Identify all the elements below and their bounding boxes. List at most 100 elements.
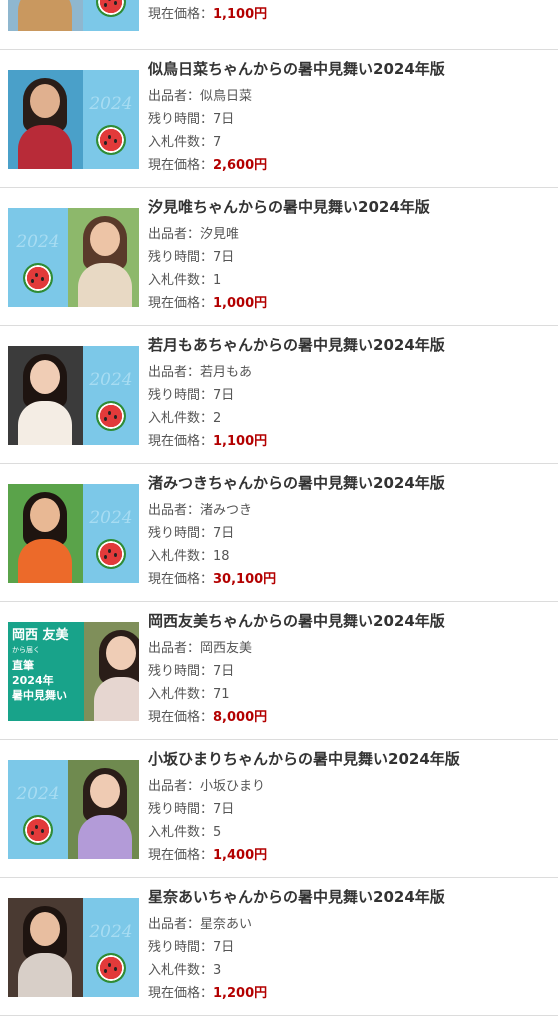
price-line: 現在価格：1,200円 [148, 982, 548, 1005]
card-year: 2024 [16, 232, 60, 252]
seller-line: 出品者：岡西友美 [148, 637, 548, 660]
listing-info: 星奈あいちゃんからの暑中見舞い2024年版 出品者：星奈あい 残り時間：7日 入札件数… [148, 886, 548, 1005]
listing-thumbnail[interactable]: 2024 [8, 484, 139, 583]
listing-title[interactable]: 岡西友美ちゃんからの暑中見舞い2024年版 [148, 610, 548, 631]
listing-thumbnail[interactable]: 2024 [8, 0, 139, 31]
price-label: 現在価格： [148, 710, 214, 725]
model-photo [8, 70, 83, 169]
bids-line: 入札件数：3 [148, 959, 548, 982]
seller-value: 若月もあ [200, 365, 253, 380]
price-line: 現在価格：8,000円 [148, 706, 548, 729]
bids-label: 入札件数： [148, 687, 214, 702]
greeting-card: 2024 [8, 760, 68, 859]
bids-label: 入札件数： [148, 825, 214, 840]
listing-thumbnail[interactable]: 2024 [8, 898, 139, 997]
price-value: 30,100円 [213, 572, 277, 587]
listing-item[interactable]: 2024 小坂ひまりちゃんからの暑中見舞い2024年版 出品者：小坂ひまり 残り時間：… [0, 740, 558, 878]
listing-info: 汐見唯ちゃんからの暑中見舞い2024年版 出品者：汐見唯 残り時間：7日 入札件数：1… [148, 196, 548, 315]
listing-item[interactable]: 岡西 友美から届く直筆 2024年暑中見舞い 岡西友美ちゃんからの暑中見舞い2024… [0, 602, 558, 740]
time-left-value: 7日 [213, 664, 235, 679]
card-line2: 2024年 [12, 674, 54, 687]
price-value: 1,400円 [213, 848, 268, 863]
listing-info: 岡西友美ちゃんからの暑中見舞い2024年版 出品者：岡西友美 残り時間：7日入札件数… [148, 610, 548, 729]
price-label: 現在価格： [148, 158, 214, 173]
seller-line: 出品者：汐見唯 [148, 223, 548, 246]
price-label: 現在価格： [148, 572, 214, 587]
time-left-value: 7日 [213, 940, 235, 955]
listing-item[interactable]: 2024 星奈あいちゃんからの暑中見舞い2024年版 出品者：星奈あい 残り時間：7日… [0, 878, 558, 1016]
listing-title[interactable]: 星奈あいちゃんからの暑中見舞い2024年版 [148, 886, 548, 907]
listing-item[interactable]: 2024 若月もあちゃんからの暑中見舞い2024年版出品者：若月もあ残り時間：7日… [0, 326, 558, 464]
seller-line: 出品者：似鳥日菜 [148, 85, 548, 108]
card-year: 2024 [89, 94, 133, 114]
time-left-line: 残り時間：7日 [148, 660, 548, 683]
bids-value: 2 [213, 411, 222, 426]
seller-value: 渚みつき [200, 503, 253, 518]
listing-title[interactable]: 渚みつきちゃんからの暑中見舞い2024年版 [148, 472, 548, 493]
bids-line: 入札件数：5 [148, 821, 548, 844]
listing-info: 渚みつきちゃんからの暑中見舞い2024年版 出品者：渚みつき 残り時間：7日 入札件数… [148, 472, 548, 591]
listing-info: 入札件数：2現在価格：1,100円 [148, 0, 548, 26]
listing-thumbnail[interactable]: 2024 [8, 70, 139, 169]
bids-line: 入札件数：2 [148, 407, 548, 430]
model-photo [84, 622, 139, 721]
bids-value: 7 [213, 135, 222, 150]
bids-line: 入札件数：18 [148, 545, 548, 568]
price-line: 現在価格：30,100円 [148, 568, 548, 591]
listing-item[interactable]: 2024 汐見唯ちゃんからの暑中見舞い2024年版 出品者：汐見唯 残り時間：7日 入札… [0, 188, 558, 326]
model-photo [68, 208, 139, 307]
watermelon-icon [96, 401, 126, 431]
price-line: 現在価格：1,400円 [148, 844, 548, 867]
card-name: 岡西 友美 [12, 628, 69, 643]
price-value: 2,600円 [213, 158, 268, 173]
listing-thumbnail[interactable]: 2024 [8, 346, 139, 445]
seller-value: 汐見唯 [200, 227, 240, 242]
listing-title[interactable]: 汐見唯ちゃんからの暑中見舞い2024年版 [148, 196, 548, 217]
greeting-card: 2024 [8, 208, 68, 307]
card-line1: 直筆 [12, 659, 34, 672]
seller-label: 出品者： [148, 365, 201, 380]
listing-item[interactable]: 2024 渚みつきちゃんからの暑中見舞い2024年版 出品者：渚みつき 残り時間：7日… [0, 464, 558, 602]
time-left-label: 残り時間： [148, 388, 214, 403]
card-from: から届く [12, 646, 40, 654]
listing-thumbnail[interactable]: 2024 [8, 760, 139, 859]
seller-value: 小坂ひまり [200, 779, 266, 794]
listing-item[interactable]: 2024 入札件数：2現在価格：1,100円 [0, 0, 558, 50]
bids-label: 入札件数： [148, 549, 214, 564]
time-left-line: 残り時間：7日 [148, 246, 548, 269]
card-line3: 暑中見舞い [12, 689, 67, 702]
time-left-label: 残り時間： [148, 802, 214, 817]
time-left-label: 残り時間： [148, 940, 214, 955]
price-label: 現在価格： [148, 848, 214, 863]
watermelon-icon [96, 0, 126, 17]
price-value: 1,100円 [213, 434, 268, 449]
bids-value: 1 [213, 273, 222, 288]
model-photo [8, 0, 83, 31]
time-left-line: 残り時間：7日 [148, 108, 548, 131]
bids-value: 18 [213, 549, 230, 564]
price-label: 現在価格： [148, 7, 214, 22]
listing-title[interactable]: 似鳥日菜ちゃんからの暑中見舞い2024年版 [148, 58, 548, 79]
model-photo [8, 898, 83, 997]
price-label: 現在価格： [148, 986, 214, 1001]
time-left-label: 残り時間： [148, 250, 214, 265]
listing-title[interactable]: 若月もあちゃんからの暑中見舞い2024年版 [148, 334, 548, 355]
greeting-card-green: 岡西 友美から届く直筆 2024年暑中見舞い [8, 622, 84, 721]
listing-title[interactable]: 小坂ひまりちゃんからの暑中見舞い2024年版 [148, 748, 548, 769]
model-photo [68, 760, 139, 859]
price-value: 1,100円 [213, 7, 268, 22]
price-line: 現在価格：2,600円 [148, 154, 548, 177]
price-label: 現在価格： [148, 434, 214, 449]
listing-thumbnail[interactable]: 岡西 友美から届く直筆 2024年暑中見舞い [8, 622, 139, 721]
listing-info: 小坂ひまりちゃんからの暑中見舞い2024年版 出品者：小坂ひまり 残り時間：7日 入札… [148, 748, 548, 867]
model-photo [8, 346, 83, 445]
price-value: 1,000円 [213, 296, 268, 311]
bids-line: 入札件数：1 [148, 269, 548, 292]
time-left-value: 7日 [213, 388, 235, 403]
bids-line: 入札件数：7 [148, 131, 548, 154]
watermelon-icon [23, 815, 53, 845]
listing-item[interactable]: 2024 似鳥日菜ちゃんからの暑中見舞い2024年版 出品者：似鳥日菜 残り時間：7日… [0, 50, 558, 188]
time-left-line: 残り時間：7日 [148, 936, 548, 959]
seller-value: 星奈あい [200, 917, 253, 932]
listing-thumbnail[interactable]: 2024 [8, 208, 139, 307]
